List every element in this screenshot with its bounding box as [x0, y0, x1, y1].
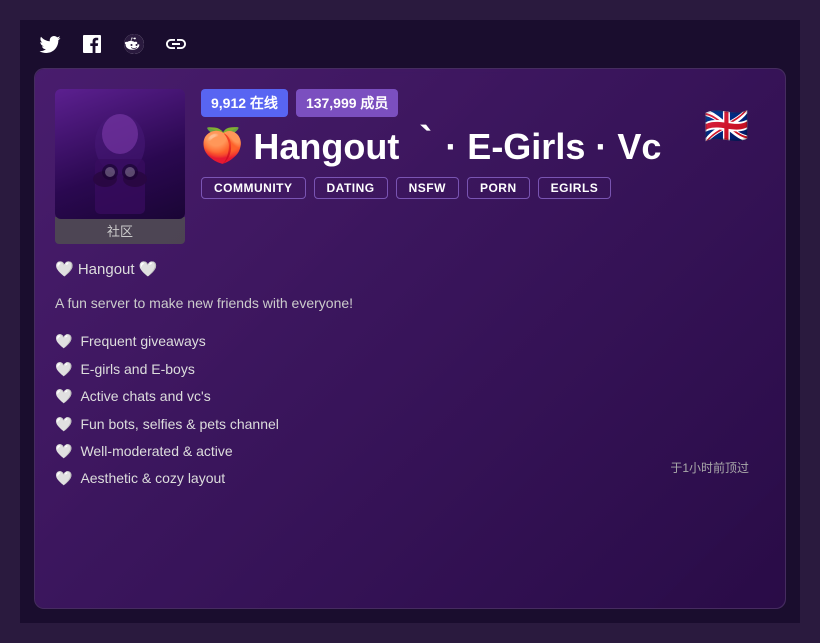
card-header: 社区 9,912 在线 137,999 成员 🍑 Hangout ｀· E-Gi… — [55, 89, 765, 244]
tag-nsfw[interactable]: NSFW — [396, 177, 459, 199]
heart-icon-2: 🤍 — [55, 358, 72, 380]
reddit-icon[interactable] — [120, 30, 148, 58]
tag-community[interactable]: COMMUNITY — [201, 177, 306, 199]
server-name-text: Hangout ｀· E-Girls · Vc — [253, 127, 661, 167]
server-name: 🍑 Hangout ｀· E-Girls · Vc — [201, 127, 765, 167]
feature-text-1: Frequent giveaways — [80, 330, 205, 352]
feature-text-6: Aesthetic & cozy layout — [80, 467, 225, 489]
timestamp: 于1小时前顶过 — [670, 459, 749, 476]
heart-icon-3: 🤍 — [55, 385, 72, 407]
avatar-section: 社区 — [55, 89, 185, 244]
heart-icon-6: 🤍 — [55, 467, 72, 489]
tags-row: COMMUNITY DATING NSFW PORN EGIRLS — [201, 177, 765, 199]
feature-item: 🤍 Fun bots, selfies & pets channel — [55, 413, 765, 435]
feature-item: 🤍 Well-moderated & active — [55, 440, 765, 462]
feature-item: 🤍 Aesthetic & cozy layout — [55, 467, 765, 489]
main-container: 🇬🇧 — [20, 20, 800, 623]
server-emoji: 🍑 — [201, 128, 243, 165]
link-icon[interactable] — [162, 30, 190, 58]
feature-text-3: Active chats and vc's — [80, 385, 210, 407]
stats-row: 9,912 在线 137,999 成员 — [201, 89, 765, 117]
top-bar — [20, 20, 800, 68]
info-section: 9,912 在线 137,999 成员 🍑 Hangout ｀· E-Girls… — [201, 89, 765, 199]
tag-dating[interactable]: DATING — [314, 177, 388, 199]
flag-icon: 🇬🇧 — [704, 105, 749, 147]
feature-text-5: Well-moderated & active — [80, 440, 232, 462]
members-badge: 137,999 成员 — [296, 89, 399, 117]
online-badge: 9,912 在线 — [201, 89, 288, 117]
feature-text-4: Fun bots, selfies & pets channel — [80, 413, 278, 435]
heart-icon-4: 🤍 — [55, 413, 72, 435]
tag-egirls[interactable]: EGIRLS — [538, 177, 612, 199]
heart-icon-5: 🤍 — [55, 440, 72, 462]
avatar — [55, 89, 185, 219]
feature-list: 🤍 Frequent giveaways 🤍 E-girls and E-boy… — [55, 330, 765, 489]
server-card: 🇬🇧 — [34, 68, 786, 609]
card-body: 🤍 Hangout 🤍 A fun server to make new fri… — [55, 258, 765, 490]
avatar-label: 社区 — [55, 217, 185, 244]
feature-item: 🤍 Active chats and vc's — [55, 385, 765, 407]
description: A fun server to make new friends with ev… — [55, 292, 765, 314]
feature-item: 🤍 E-girls and E-boys — [55, 358, 765, 380]
heart-icon-1: 🤍 — [55, 330, 72, 352]
feature-item: 🤍 Frequent giveaways — [55, 330, 765, 352]
facebook-icon[interactable] — [78, 30, 106, 58]
tag-porn[interactable]: PORN — [467, 177, 530, 199]
hangout-header: 🤍 Hangout 🤍 — [55, 258, 765, 282]
twitter-icon[interactable] — [36, 30, 64, 58]
feature-text-2: E-girls and E-boys — [80, 358, 194, 380]
